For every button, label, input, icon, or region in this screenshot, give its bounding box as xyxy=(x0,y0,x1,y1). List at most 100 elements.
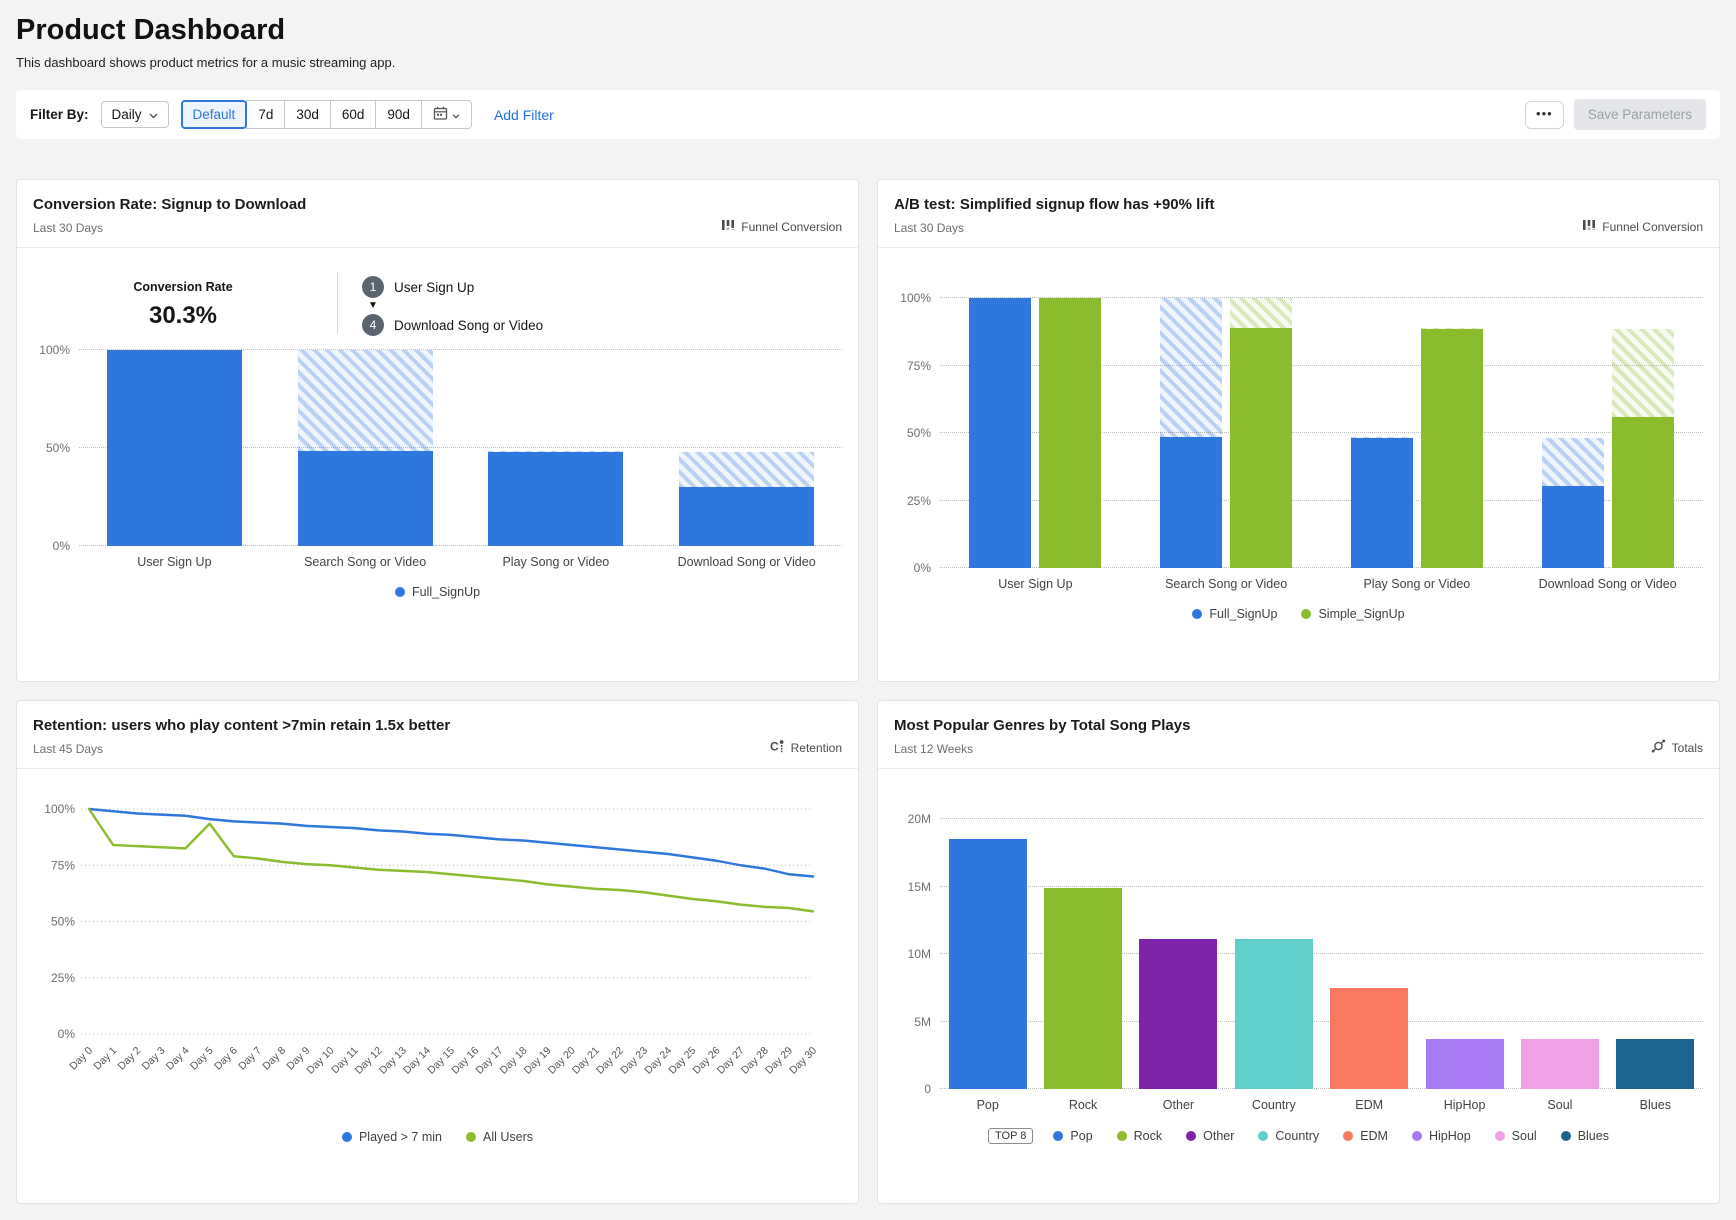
filter-segment-30d[interactable]: 30d xyxy=(284,100,331,129)
legend-item[interactable]: EDM xyxy=(1343,1129,1388,1143)
y-axis-tick-label: 25% xyxy=(51,971,75,985)
chart-type-label: Totals xyxy=(1672,741,1703,755)
legend-item[interactable]: All Users xyxy=(466,1130,533,1144)
y-axis-tick-label: 0 xyxy=(924,1082,931,1096)
funnel-chart-icon xyxy=(1582,218,1596,235)
bar-segment-solid xyxy=(1616,1039,1694,1089)
bar[interactable] xyxy=(1421,298,1483,568)
bar[interactable] xyxy=(1521,819,1599,1089)
y-axis-tick-label: 100% xyxy=(900,291,931,305)
interval-dropdown[interactable]: Daily xyxy=(101,101,169,128)
funnel-chart-icon xyxy=(721,218,735,235)
x-axis-label: EDM xyxy=(1322,1098,1417,1112)
line-chart-svg: 0%25%50%75%100%Day 0Day 1Day 2Day 3Day 4… xyxy=(33,797,823,1109)
bar[interactable] xyxy=(1039,298,1101,568)
legend: Full_SignUp xyxy=(33,585,842,599)
x-axis-label: Day 4 xyxy=(164,1045,192,1073)
bar[interactable] xyxy=(488,350,623,546)
bar[interactable] xyxy=(949,819,1027,1089)
bar[interactable] xyxy=(1616,819,1694,1089)
legend-item[interactable]: Played > 7 min xyxy=(342,1130,442,1144)
y-axis-tick-label: 100% xyxy=(39,343,70,357)
legend: Full_SignUp Simple_SignUp xyxy=(894,607,1703,621)
bar[interactable] xyxy=(1044,819,1122,1089)
add-filter-link[interactable]: Add Filter xyxy=(494,107,554,123)
bar-group xyxy=(651,350,842,546)
bar-group xyxy=(1226,819,1321,1089)
bar[interactable] xyxy=(1230,298,1292,568)
legend-item[interactable]: Blues xyxy=(1561,1129,1609,1143)
x-axis-label: Other xyxy=(1131,1098,1226,1112)
funnel-chart: 0%50%100%User Sign UpSearch Song or Vide… xyxy=(33,350,842,599)
card-genres: Most Popular Genres by Total Song Plays … xyxy=(877,700,1720,1204)
bar[interactable] xyxy=(1612,298,1674,568)
chart-plot-area: 0%50%100% xyxy=(33,350,842,546)
legend-item[interactable]: Other xyxy=(1186,1129,1234,1143)
legend-dot-icon xyxy=(466,1132,476,1142)
filter-segment-60d[interactable]: 60d xyxy=(330,100,377,129)
x-axis-label: Download Song or Video xyxy=(651,555,842,569)
x-axis-label: Rock xyxy=(1035,1098,1130,1112)
bar[interactable] xyxy=(969,298,1031,568)
bar[interactable] xyxy=(107,350,242,546)
bar[interactable] xyxy=(1139,819,1217,1089)
card-subtitle: Last 30 Days xyxy=(33,221,306,235)
legend-label: Blues xyxy=(1578,1129,1609,1143)
bar-segment-dropoff xyxy=(1230,298,1292,328)
card-ab-test: A/B test: Simplified signup flow has +90… xyxy=(877,179,1720,682)
legend-label: Played > 7 min xyxy=(359,1130,442,1144)
bar-group xyxy=(1131,819,1226,1089)
bar[interactable] xyxy=(1235,819,1313,1089)
bar-group xyxy=(1608,819,1703,1089)
page-title: Product Dashboard xyxy=(16,14,1720,47)
y-axis-tick-label: 25% xyxy=(907,494,931,508)
x-axis-label: Day 7 xyxy=(236,1045,264,1073)
more-options-button[interactable]: ••• xyxy=(1525,101,1564,129)
filter-segment-7d[interactable]: 7d xyxy=(246,100,285,129)
bar-segment-solid xyxy=(1044,888,1122,1089)
bar-segment-solid xyxy=(1426,1039,1504,1089)
x-axis-label: Day 0 xyxy=(67,1045,95,1073)
legend-item[interactable]: Simple_SignUp xyxy=(1301,607,1404,621)
legend-label: Full_SignUp xyxy=(1209,607,1277,621)
legend-item[interactable]: Full_SignUp xyxy=(395,585,480,599)
bar[interactable] xyxy=(1330,819,1408,1089)
card-title: Conversion Rate: Signup to Download xyxy=(33,196,306,213)
card-body: 0%25%50%75%100%Day 0Day 1Day 2Day 3Day 4… xyxy=(17,769,858,1160)
x-axis-label: Search Song or Video xyxy=(1131,577,1322,591)
plot xyxy=(79,350,842,546)
legend-dot-icon xyxy=(1117,1131,1127,1141)
filter-segment-custom-date[interactable] xyxy=(421,100,472,129)
bar-group xyxy=(1512,819,1607,1089)
series-line[interactable] xyxy=(89,809,813,877)
bar-segment-dropoff xyxy=(1421,328,1483,329)
legend-item[interactable]: Soul xyxy=(1495,1129,1537,1143)
legend-dot-icon xyxy=(1343,1131,1353,1141)
chevron-down-icon xyxy=(452,107,460,122)
legend-item[interactable]: Rock xyxy=(1117,1129,1162,1143)
ab-test-chart: 0%25%50%75%100%User Sign UpSearch Song o… xyxy=(894,298,1703,621)
legend-dot-icon xyxy=(1495,1131,1505,1141)
bar[interactable] xyxy=(298,350,433,546)
legend-item[interactable]: Pop xyxy=(1053,1129,1092,1143)
legend-item[interactable]: HipHop xyxy=(1412,1129,1471,1143)
filter-segment-default[interactable]: Default xyxy=(181,100,248,129)
totals-chart-icon xyxy=(1651,739,1666,756)
bar[interactable] xyxy=(1542,298,1604,568)
bar[interactable] xyxy=(679,350,814,546)
bar[interactable] xyxy=(1351,298,1413,568)
card-body: 05M10M15M20MPopRockOtherCountryEDMHipHop… xyxy=(878,769,1719,1160)
chart-type-label: Funnel Conversion xyxy=(741,220,842,234)
bar-segment-solid xyxy=(949,839,1027,1089)
bar[interactable] xyxy=(1160,298,1222,568)
y-axis: 0%50%100% xyxy=(33,350,79,546)
bar-segment-solid xyxy=(107,350,242,546)
interval-value: Daily xyxy=(112,107,142,122)
legend-label: Simple_SignUp xyxy=(1318,607,1404,621)
filter-segment-90d[interactable]: 90d xyxy=(375,100,422,129)
x-axis-label: Day 2 xyxy=(116,1045,144,1073)
legend-item[interactable]: Country xyxy=(1258,1129,1319,1143)
bar[interactable] xyxy=(1426,819,1504,1089)
legend-item[interactable]: Full_SignUp xyxy=(1192,607,1277,621)
bar-segment-solid xyxy=(679,487,814,546)
